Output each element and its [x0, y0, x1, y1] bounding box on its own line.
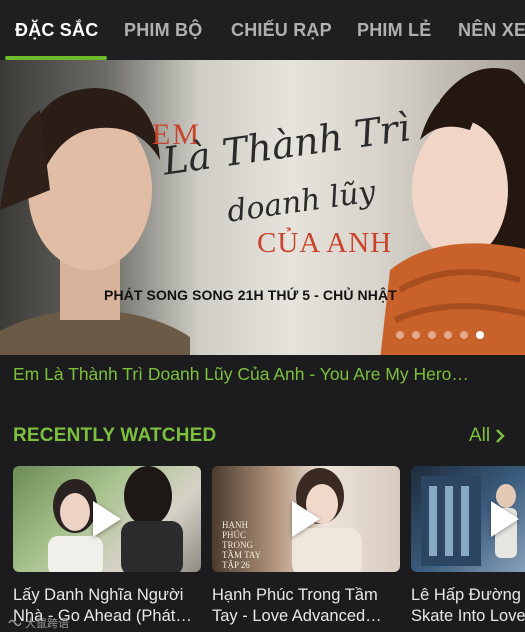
banner-actress-right — [380, 68, 525, 355]
watermark-text: 大鼠跨语 — [25, 618, 69, 630]
carousel-dot[interactable] — [460, 331, 468, 339]
tab-dac-sac[interactable]: ĐẶC SẮC — [15, 20, 98, 41]
recently-watched-card[interactable]: HẠNH PHÚC TRONG TẦM TAY TẬP 26 Hạnh Phúc… — [212, 466, 400, 627]
carousel-dot-active[interactable] — [476, 331, 484, 339]
video-title-line1: Hạnh Phúc Trong Tầm — [212, 586, 378, 604]
banner-broadcast-schedule: PHÁT SONG SONG 21H THỨ 5 - CHỦ NHẬT — [104, 287, 397, 303]
recently-watched-card[interactable]: Lấy Danh Nghĩa Người Nhà - Go Ahead (Phá… — [13, 466, 201, 627]
watermark-logo-icon — [8, 619, 22, 627]
tab-phim-le[interactable]: PHIM LẺ — [357, 20, 431, 41]
carousel-dot[interactable] — [444, 331, 452, 339]
tab-nen-xem[interactable]: NÊN XE — [458, 20, 525, 41]
play-icon — [292, 501, 320, 537]
play-icon — [93, 501, 121, 537]
category-tab-bar: ĐẶC SẮC PHIM BỘ CHIẾU RẠP PHIM LẺ NÊN XE — [0, 0, 525, 60]
video-title-line2: Tay - Love Advanced… — [212, 607, 382, 625]
video-title: Lê Hấp Đường Skate Into Love — [411, 585, 525, 627]
watermark: 大鼠跨语 — [8, 615, 69, 631]
banner-actor-left — [0, 88, 190, 355]
play-icon — [491, 501, 519, 537]
carousel-pagination — [396, 331, 484, 339]
tab-chieu-rap[interactable]: CHIẾU RẠP — [231, 20, 332, 41]
recently-watched-card[interactable]: Lê Hấp Đường Skate Into Love — [411, 466, 525, 627]
see-all-label: All — [469, 425, 491, 446]
video-thumbnail[interactable] — [411, 466, 525, 572]
video-thumbnail[interactable]: HẠNH PHÚC TRONG TẦM TAY TẬP 26 — [212, 466, 400, 572]
section-title-recently-watched: RECENTLY WATCHED — [13, 425, 217, 446]
see-all-link[interactable]: All — [469, 425, 506, 447]
thumbnail-episode-overlay: HẠNH PHÚC TRONG TẦM TAY TẬP 26 — [222, 520, 261, 570]
tab-phim-bo[interactable]: PHIM BỘ — [124, 20, 202, 41]
banner-caption[interactable]: Em Là Thành Trì Doanh Lũy Của Anh - You … — [13, 364, 513, 385]
carousel-dot[interactable] — [412, 331, 420, 339]
chevron-right-icon — [496, 429, 505, 443]
featured-banner[interactable]: EM Là Thành Trì doanh lũy CỦA ANH PHÁT S… — [0, 60, 525, 355]
video-title-line1: Lê Hấp Đường — [411, 586, 521, 604]
video-title-line2: Skate Into Love — [411, 607, 525, 625]
carousel-dot[interactable] — [428, 331, 436, 339]
video-thumbnail[interactable] — [13, 466, 201, 572]
banner-title-script-line2: doanh lũy — [225, 174, 378, 230]
carousel-dot[interactable] — [396, 331, 404, 339]
banner-title-cua-anh: CỦA ANH — [257, 227, 393, 259]
video-title-line1: Lấy Danh Nghĩa Người — [13, 586, 184, 604]
video-title: Hạnh Phúc Trong Tầm Tay - Love Advanced… — [212, 585, 400, 627]
